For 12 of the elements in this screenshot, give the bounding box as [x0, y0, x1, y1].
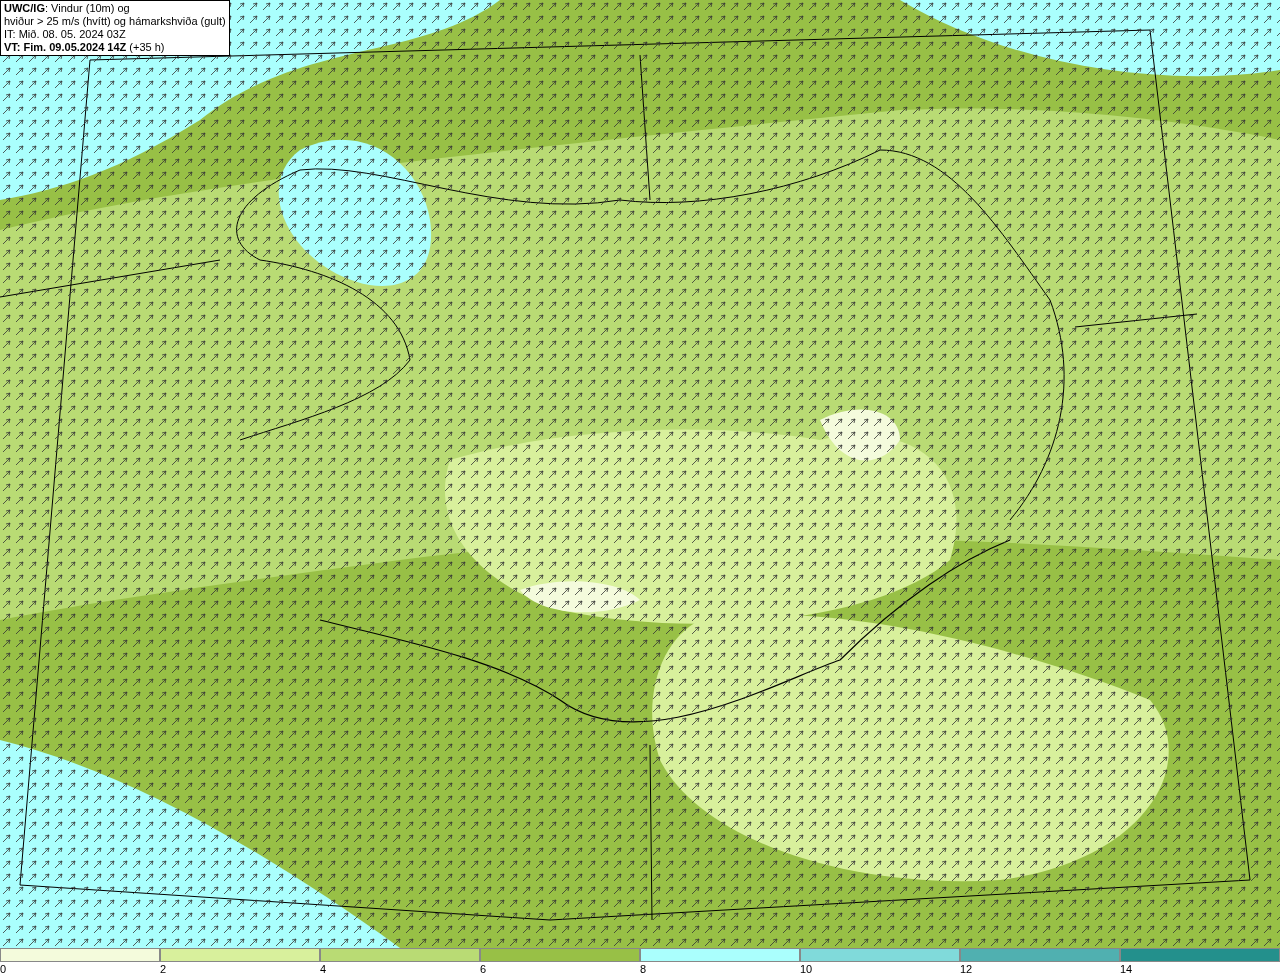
legend-tick-label: 4: [320, 963, 327, 975]
info-text: UWC/IG: Vindur (10m) og: [4, 2, 131, 15]
legend-tick-label: 10: [800, 963, 813, 975]
legend-tick-label: 0: [0, 963, 7, 975]
info-text: VT: Fim. 09.05.2024 14Z (+35 h): [4, 41, 166, 54]
legend-tick-label: 8: [640, 963, 647, 975]
info-text: IT: Mið. 08. 05. 2024 03Z: [4, 28, 127, 41]
legend-tick-label: 14: [1120, 963, 1133, 975]
info-text: hviður > 25 m/s (hvítt) og hámarkshviða (gult): [4, 15, 226, 28]
legend-tick-label: 6: [480, 963, 487, 975]
legend-tick-label: 2: [160, 963, 167, 975]
legend-tick-label: 12: [960, 963, 973, 975]
